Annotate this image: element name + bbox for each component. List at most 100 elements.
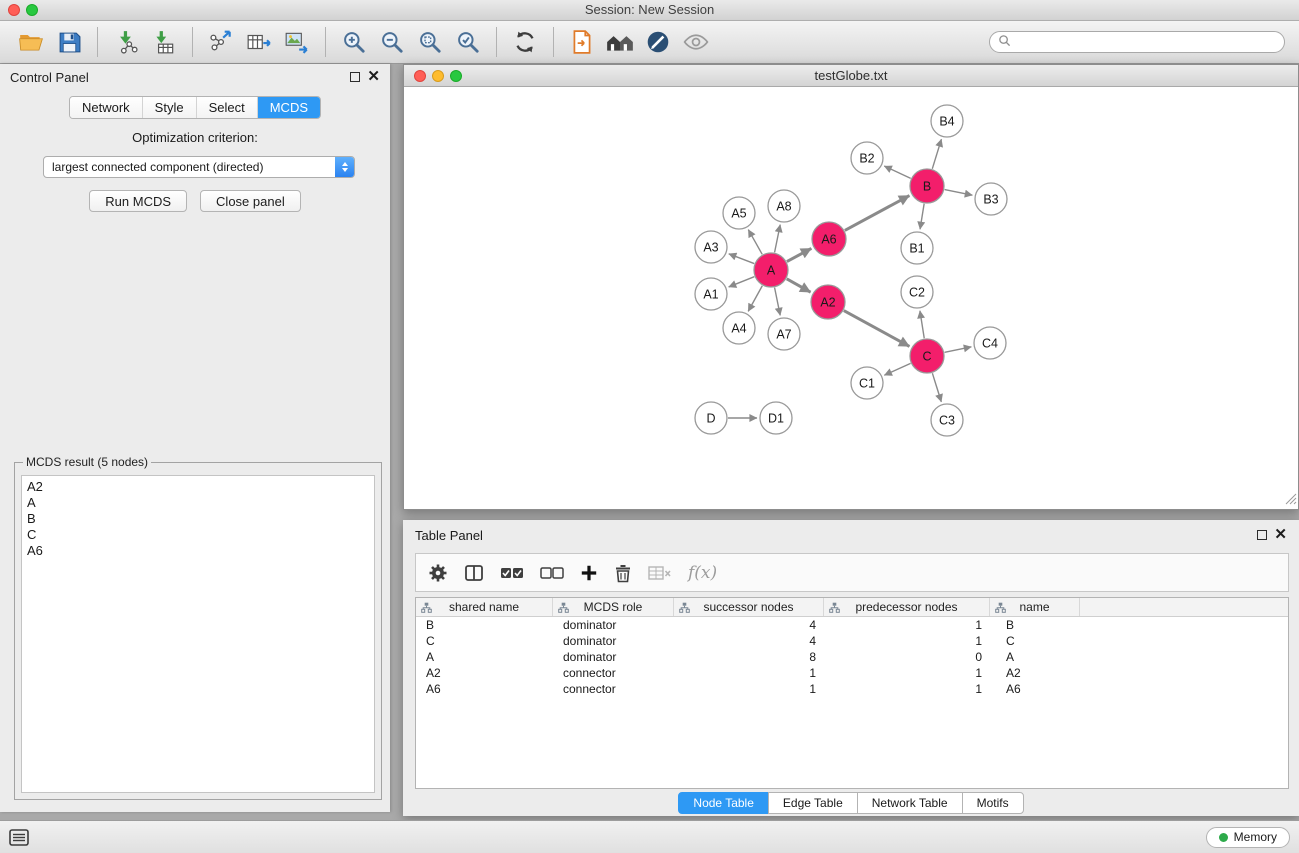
graph-edge-A-A2[interactable]: [787, 279, 811, 292]
task-history-icon[interactable]: [9, 829, 29, 846]
export-image-icon[interactable]: [281, 26, 313, 58]
table-row[interactable]: Bdominator41B: [416, 617, 1288, 633]
mcds-result-list[interactable]: A2ABCA6: [21, 475, 375, 793]
graph-edge-A6-B[interactable]: [845, 196, 910, 231]
graph-node-A2[interactable]: A2: [811, 285, 845, 319]
float-table-panel-icon[interactable]: [1257, 530, 1267, 540]
table-row[interactable]: Adominator80A: [416, 649, 1288, 665]
open-session-icon[interactable]: [15, 26, 47, 58]
graph-node-B2[interactable]: B2: [851, 142, 883, 174]
graph-edge-A-A6[interactable]: [787, 248, 811, 261]
column-header-successor-nodes[interactable]: successor nodes: [674, 598, 824, 616]
add-column-icon[interactable]: [580, 564, 598, 582]
save-session-icon[interactable]: [53, 26, 85, 58]
graph-node-A7[interactable]: A7: [768, 318, 800, 350]
close-table-panel-icon[interactable]: ✕: [1274, 530, 1287, 540]
tab-motifs[interactable]: Motifs: [962, 792, 1024, 814]
import-network-icon[interactable]: [110, 26, 142, 58]
graph-edge-C-C1[interactable]: [884, 363, 910, 375]
graph-node-B3[interactable]: B3: [975, 183, 1007, 215]
column-header-predecessor-nodes[interactable]: predecessor nodes: [824, 598, 990, 616]
tab-select[interactable]: Select: [196, 97, 257, 118]
graph-node-A8[interactable]: A8: [768, 190, 800, 222]
import-table-icon[interactable]: [148, 26, 180, 58]
network-canvas[interactable]: B4 B2 B B3 A5 A8 A6 B1 A3 A C2 A1 A2 A4 A7 C4 C C1 C3 D D1: [404, 87, 1298, 509]
first-neighbors-icon[interactable]: [604, 26, 636, 58]
graph-node-A5[interactable]: A5: [723, 197, 755, 229]
snapshot-icon[interactable]: [566, 26, 598, 58]
mcds-result-item: A: [27, 495, 369, 511]
graph-node-D[interactable]: D: [695, 402, 727, 434]
network-graph[interactable]: B4 B2 B B3 A5 A8 A6 B1 A3 A C2 A1 A2 A4 A7 C4 C C1 C3 D D1: [404, 87, 1298, 509]
show-columns-icon[interactable]: [464, 563, 484, 583]
zoom-in-icon[interactable]: [338, 26, 370, 58]
table-row[interactable]: Cdominator41C: [416, 633, 1288, 649]
table-settings-gear-icon[interactable]: [428, 563, 448, 583]
graph-node-B4[interactable]: B4: [931, 105, 963, 137]
tab-mcds[interactable]: MCDS: [257, 97, 320, 118]
tab-style[interactable]: Style: [142, 97, 196, 118]
zoom-fit-icon[interactable]: [414, 26, 446, 58]
graph-edge-B-B4[interactable]: [932, 139, 941, 169]
criterion-dropdown[interactable]: largest connected component (directed): [43, 156, 355, 178]
export-network-icon[interactable]: [205, 26, 237, 58]
memory-button[interactable]: Memory: [1206, 827, 1290, 848]
show-all-icon[interactable]: [680, 26, 712, 58]
table-row[interactable]: A2connector11A2: [416, 665, 1288, 681]
zoom-out-icon[interactable]: [376, 26, 408, 58]
network-window-titlebar[interactable]: testGlobe.txt: [404, 65, 1298, 87]
graph-node-A4[interactable]: A4: [723, 312, 755, 344]
deselect-all-rows-icon[interactable]: [540, 563, 564, 583]
select-all-rows-icon[interactable]: [500, 563, 524, 583]
search-input[interactable]: [1016, 35, 1276, 49]
tab-node-table[interactable]: Node Table: [678, 792, 769, 814]
graph-edge-B-B3[interactable]: [945, 190, 973, 196]
graph-edge-B-B1[interactable]: [920, 204, 924, 229]
node-table[interactable]: shared nameMCDS rolesuccessor nodesprede…: [415, 597, 1289, 789]
tab-network[interactable]: Network: [70, 97, 142, 118]
column-header-mcds-role[interactable]: MCDS role: [553, 598, 674, 616]
zoom-selected-icon[interactable]: [452, 26, 484, 58]
graph-node-A[interactable]: A: [754, 253, 788, 287]
graph-edge-A-A5[interactable]: [748, 230, 762, 255]
graph-node-C1[interactable]: C1: [851, 367, 883, 399]
graph-edge-A-A7[interactable]: [775, 288, 781, 316]
graph-edge-C-C3[interactable]: [932, 373, 941, 402]
export-table-icon[interactable]: [243, 26, 275, 58]
graph-node-D1[interactable]: D1: [760, 402, 792, 434]
graph-edge-A2-C[interactable]: [844, 311, 910, 347]
tab-network-table[interactable]: Network Table: [857, 792, 963, 814]
graph-edge-C-C4[interactable]: [945, 347, 972, 353]
graph-edge-A-A4[interactable]: [748, 286, 762, 312]
node-table-body[interactable]: Bdominator41BCdominator41CAdominator80AA…: [416, 617, 1288, 697]
graph-edge-B-B2[interactable]: [884, 166, 910, 178]
column-header-shared-name[interactable]: shared name: [416, 598, 553, 616]
resize-grip-icon[interactable]: [1285, 493, 1297, 508]
table-row[interactable]: A6connector11A6: [416, 681, 1288, 697]
close-panel-button[interactable]: Close panel: [200, 190, 301, 212]
delete-column-trash-icon[interactable]: [614, 563, 632, 583]
graph-edge-C-C2[interactable]: [920, 311, 924, 338]
tab-edge-table[interactable]: Edge Table: [768, 792, 858, 814]
graph-node-A1[interactable]: A1: [695, 278, 727, 310]
search-box[interactable]: [989, 31, 1285, 53]
graph-node-B[interactable]: B: [910, 169, 944, 203]
graph-node-C3[interactable]: C3: [931, 404, 963, 436]
column-header-name[interactable]: name: [990, 598, 1080, 616]
graph-edge-A-A1[interactable]: [729, 277, 755, 287]
table-cell: dominator: [553, 633, 674, 649]
function-builder-icon[interactable]: f(x): [688, 563, 717, 583]
graph-node-A3[interactable]: A3: [695, 231, 727, 263]
graph-edge-A-A3[interactable]: [729, 254, 754, 264]
graph-edge-A-A8[interactable]: [775, 225, 781, 253]
run-mcds-button[interactable]: Run MCDS: [89, 190, 187, 212]
graph-node-C[interactable]: C: [910, 339, 944, 373]
refresh-icon[interactable]: [509, 26, 541, 58]
graph-node-C2[interactable]: C2: [901, 276, 933, 308]
close-panel-icon[interactable]: ✕: [367, 72, 380, 82]
graph-node-A6[interactable]: A6: [812, 222, 846, 256]
hide-selected-icon[interactable]: [642, 26, 674, 58]
float-panel-icon[interactable]: [350, 72, 360, 82]
graph-node-C4[interactable]: C4: [974, 327, 1006, 359]
graph-node-B1[interactable]: B1: [901, 232, 933, 264]
